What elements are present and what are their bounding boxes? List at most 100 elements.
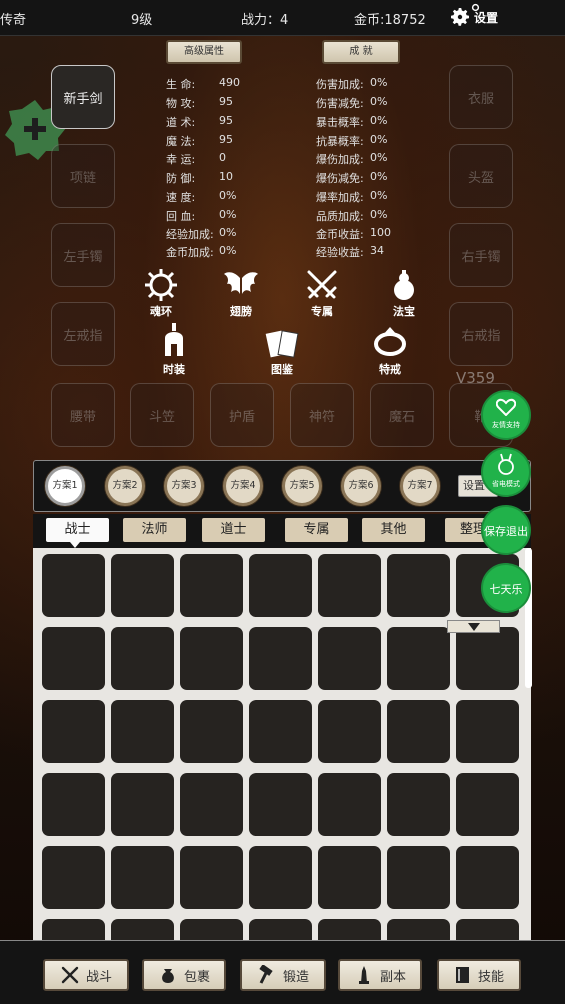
inventory-cell[interactable] <box>318 773 381 836</box>
inventory-cell[interactable] <box>42 846 105 909</box>
inventory-cell[interactable] <box>111 919 174 940</box>
nav-dungeon-button[interactable]: 副本 <box>338 959 422 991</box>
advanced-stats-button[interactable]: 高级属性 <box>166 40 242 64</box>
inventory-cell[interactable] <box>318 846 381 909</box>
inventory-cell[interactable] <box>249 919 312 940</box>
inventory-cell[interactable] <box>456 846 519 909</box>
inventory-cell[interactable] <box>318 919 381 940</box>
inventory-cell[interactable] <box>318 627 381 690</box>
inventory-cell[interactable] <box>111 554 174 617</box>
category-fashion[interactable]: 时装 <box>144 322 204 377</box>
inventory-cell[interactable] <box>387 773 450 836</box>
inventory-cell[interactable] <box>111 846 174 909</box>
friendship-support-button[interactable]: 友情支持 <box>481 390 531 440</box>
slot-talisman[interactable]: 神符 <box>290 383 354 447</box>
tab-other[interactable]: 其他 <box>362 518 425 542</box>
slot-left-bracelet[interactable]: 左手镯 <box>51 223 115 287</box>
save-exit-button[interactable]: 保存退出 <box>481 505 531 555</box>
expand-dropdown[interactable] <box>447 620 500 633</box>
game-title: 传奇 <box>0 13 27 28</box>
inventory-cell[interactable] <box>249 627 312 690</box>
slot-armor[interactable]: 衣服 <box>449 65 513 129</box>
slot-weapon[interactable]: 新手剑 <box>51 65 115 129</box>
plan-1[interactable]: 方案1 <box>45 466 85 506</box>
inventory-cell[interactable] <box>249 846 312 909</box>
inventory-cell[interactable] <box>180 627 243 690</box>
slot-hat[interactable]: 斗笠 <box>130 383 194 447</box>
nav-battle-button[interactable]: 战斗 <box>43 959 129 991</box>
nav-skills-button[interactable]: 技能 <box>437 959 521 991</box>
category-codex[interactable]: 图鉴 <box>252 328 312 377</box>
category-exclusive[interactable]: 专属 <box>292 268 352 319</box>
inventory-cell[interactable] <box>318 554 381 617</box>
plan-2[interactable]: 方案2 <box>105 466 145 506</box>
inventory-cell[interactable] <box>42 773 105 836</box>
slot-right-ring[interactable]: 右戒指 <box>449 302 513 366</box>
power-save-button[interactable]: 省电模式 <box>481 447 531 497</box>
slot-necklace[interactable]: 项链 <box>51 144 115 208</box>
fab-label: 省电模式 <box>492 480 520 488</box>
inventory-cell[interactable] <box>387 700 450 763</box>
slot-magic-stone[interactable]: 魔石 <box>370 383 434 447</box>
stat-row: 幸 运: 0 <box>166 151 226 166</box>
inventory-cell[interactable] <box>249 773 312 836</box>
plan-7[interactable]: 方案7 <box>400 466 440 506</box>
inventory-cell[interactable] <box>180 846 243 909</box>
inventory-cell[interactable] <box>42 627 105 690</box>
seven-day-event-button[interactable]: 七天乐 <box>481 563 531 613</box>
inventory-cell[interactable] <box>249 554 312 617</box>
stat-row: 金币加成: 0% <box>166 244 237 259</box>
inventory-cell[interactable] <box>111 773 174 836</box>
stat-row: 回 血: 0% <box>166 208 237 223</box>
slot-shield[interactable]: 护盾 <box>210 383 274 447</box>
combat-power: 战力：4 <box>241 13 289 28</box>
top-bar: 传奇 9级 战力：4 金币:18752 设置 <box>0 0 565 36</box>
nav-forge-button[interactable]: 锻造 <box>240 959 326 991</box>
inventory-cell[interactable] <box>456 919 519 940</box>
plan-6[interactable]: 方案6 <box>341 466 381 506</box>
plan-5[interactable]: 方案5 <box>282 466 322 506</box>
inventory-cell[interactable] <box>387 627 450 690</box>
stat-row: 防 御: 10 <box>166 170 233 185</box>
inventory-cell[interactable] <box>387 846 450 909</box>
plan-4[interactable]: 方案4 <box>223 466 263 506</box>
slot-left-ring[interactable]: 左戒指 <box>51 302 115 366</box>
gold-count: 金币:18752 <box>354 13 426 28</box>
nav-bag-button[interactable]: 包裹 <box>142 959 226 991</box>
inventory-scrollbar[interactable] <box>525 548 532 688</box>
achievement-button[interactable]: 成 就 <box>322 40 400 64</box>
nav-label: 技能 <box>477 969 504 985</box>
settings-label[interactable]: 设置 <box>474 9 498 26</box>
inventory-cell[interactable] <box>111 627 174 690</box>
inventory-cell[interactable] <box>42 554 105 617</box>
gear-icon[interactable] <box>448 5 472 29</box>
inventory-cell[interactable] <box>180 554 243 617</box>
category-wings[interactable]: 翅膀 <box>211 268 271 319</box>
slot-right-bracelet[interactable]: 右手镯 <box>449 223 513 287</box>
inventory-cell[interactable] <box>111 700 174 763</box>
category-soul-ring[interactable]: 魂环 <box>131 268 191 319</box>
tab-taoist[interactable]: 道士 <box>202 518 265 542</box>
inventory-cell[interactable] <box>387 554 450 617</box>
spartan-helmet-icon <box>165 323 183 356</box>
inventory-cell[interactable] <box>180 700 243 763</box>
slot-belt[interactable]: 腰带 <box>51 383 115 447</box>
inventory-cell[interactable] <box>180 919 243 940</box>
tab-mage[interactable]: 法师 <box>123 518 186 542</box>
inventory-cell[interactable] <box>456 627 519 690</box>
inventory-cell[interactable] <box>318 700 381 763</box>
inventory-cell[interactable] <box>387 919 450 940</box>
category-treasure[interactable]: 法宝 <box>374 268 434 319</box>
inventory-cell[interactable] <box>180 773 243 836</box>
category-special-ring[interactable]: 特戒 <box>360 324 420 377</box>
inventory-cell[interactable] <box>456 773 519 836</box>
plan-3[interactable]: 方案3 <box>164 466 204 506</box>
tab-warrior[interactable]: 战士 <box>46 518 109 542</box>
category-label: 时装 <box>163 363 185 376</box>
inventory-cell[interactable] <box>42 700 105 763</box>
inventory-cell[interactable] <box>42 919 105 940</box>
inventory-cell[interactable] <box>249 700 312 763</box>
inventory-cell[interactable] <box>456 700 519 763</box>
tab-exclusive[interactable]: 专属 <box>285 518 348 542</box>
slot-helmet[interactable]: 头盔 <box>449 144 513 208</box>
